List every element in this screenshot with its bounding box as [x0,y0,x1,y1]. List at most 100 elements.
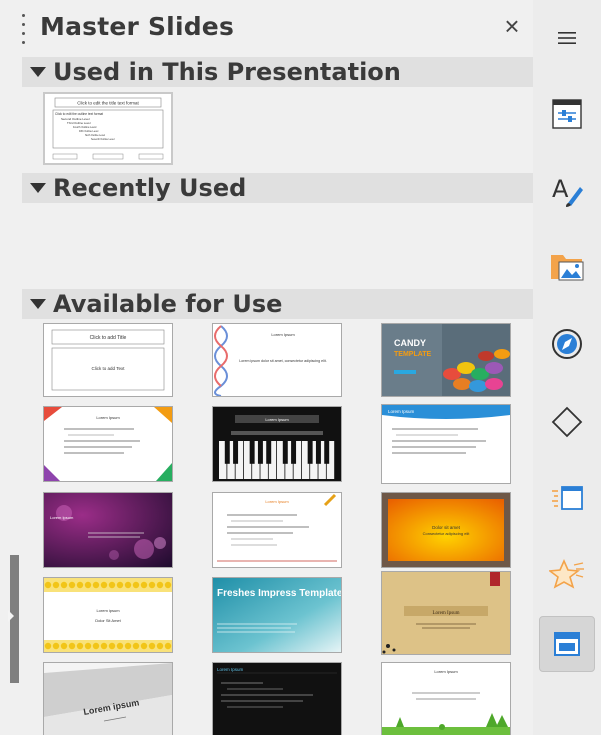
template-freshes-thumb[interactable]: Freshes Impress Template [212,577,342,653]
honeycomb-cell [116,581,124,589]
used-master-outline-1: Click to edit the outline text format [55,112,103,116]
menu-icon [558,32,576,44]
template-dna-thumb[interactable]: Lorem Ipsum Lorem ipsum dolor sit amet, … [212,323,342,397]
honeycomb-cell [76,642,84,650]
honeycomb-cell [68,581,76,589]
honeycomb-cell [68,642,76,650]
template-sunset-thumb[interactable]: Dolor sit amet Consectetur adipiscing el… [381,492,511,568]
used-master-outline-4: Fourth Outline Level [73,125,97,129]
template-parchment-preview: Lorem Ipsum [382,572,510,654]
drag-grip-icon[interactable] [20,14,26,44]
used-master-outline-3: Third Outline Level [67,121,91,125]
sidebar-navigator-button[interactable] [539,316,595,372]
template-dark-preview: Lorem Ipsum [213,663,341,735]
sidebar-menu-button[interactable] [539,10,595,66]
section-used-header[interactable]: Used in This Presentation [22,57,533,87]
template-night-preview: Lorem Ipsum [44,493,172,567]
template-sunset-body: Consectetur adipiscing elit [423,531,471,536]
sidebar-styles-button[interactable]: A [539,162,595,218]
section-available-header[interactable]: Available for Use [22,289,533,319]
piano-black-key [249,441,255,464]
template-freshes-title: Freshes Impress Template [217,588,341,599]
honeycomb-cell [92,642,100,650]
honeycomb-cell [132,642,140,650]
sidebar-shapes-button[interactable] [539,394,595,450]
piano-black-key [307,441,313,464]
template-dna-preview: Lorem Ipsum Lorem ipsum dolor sit amet, … [213,324,341,396]
template-beehive-thumb[interactable]: Lorem ipsum [43,662,173,735]
gallery-icon [551,255,584,281]
template-dna-title: Lorem Ipsum [271,332,295,337]
section-used-label: Used in This Presentation [53,58,401,86]
honeycomb-cell [124,642,132,650]
close-button[interactable]: × [498,10,526,42]
honeycomb-cell [140,581,148,589]
section-available-label: Available for Use [53,290,283,318]
template-candy-thumb[interactable]: CANDY TEMPLATE [381,323,511,397]
honeycomb-cell [44,642,52,650]
honeycomb-cell [156,581,164,589]
template-night-thumb[interactable]: Lorem Ipsum [43,492,173,568]
honeycomb-cell [76,581,84,589]
piano-black-key [315,441,321,464]
template-default-preview: Click to add Title Click to add Text [44,324,172,396]
template-nature-thumb[interactable]: Lorem Ipsum [381,662,511,735]
template-pencil-thumb[interactable]: Lorem Ipsum [212,492,342,568]
template-sunset-preview: Dolor sit amet Consectetur adipiscing el… [382,493,510,567]
template-honeycomb-thumb[interactable]: Lorem ipsum Dolor Sit Amet [43,577,173,653]
template-focus-thumb[interactable]: Lorem Ipsum [43,406,173,482]
sidebar-master-slides-button[interactable] [539,616,595,672]
used-master-outline-7: Seventh Outline Level [91,138,115,141]
honeycomb-cell [156,642,164,650]
template-focus-preview: Lorem Ipsum [44,407,172,481]
honeycomb-cell [60,642,68,650]
collapse-arrow-icon[interactable] [8,610,14,622]
honeycomb-cell [164,581,172,589]
honeycomb-cell [108,642,116,650]
template-dna-body: Lorem ipsum dolor sit amet, consectetur … [239,359,327,363]
template-nature-preview: Lorem Ipsum [382,663,510,735]
used-master-title: Click to edit the title text format [77,101,139,106]
section-recent-header[interactable]: Recently Used [22,173,533,203]
expand-triangle-icon [30,183,46,193]
used-master-thumb[interactable]: Click to edit the title text format Clic… [43,92,173,165]
navigator-icon [552,329,582,359]
template-beehive-preview: Lorem ipsum [44,663,172,735]
sidebar-animation-button[interactable] [539,546,595,602]
sidebar-slide-transition-button[interactable] [539,470,595,526]
honeycomb-cell [124,581,132,589]
template-blue-curve-preview: Lorem Ipsum [382,405,510,483]
piano-black-key [224,441,230,464]
template-parchment-thumb[interactable]: Lorem Ipsum [381,571,511,655]
template-default-title: Click to add Title [90,335,127,341]
honeycomb-cell [84,642,92,650]
panel-title: Master Slides [40,12,235,41]
honeycomb-cell [52,642,60,650]
template-sunset-title: Dolor sit amet [432,525,461,530]
template-candy-subtitle: TEMPLATE [394,351,432,358]
master-slides-icon [554,632,580,656]
template-blue-curve-thumb[interactable]: Lorem Ipsum [381,404,511,484]
slide-transition-icon [552,486,583,510]
template-piano-thumb[interactable]: Lorem Ipsum [212,406,342,482]
honeycomb-cell [132,581,140,589]
sidebar-properties-button[interactable] [539,86,595,142]
honeycomb-cell [44,581,52,589]
template-dark-thumb[interactable]: Lorem Ipsum [212,662,342,735]
honeycomb-cell [148,642,156,650]
expand-triangle-icon [30,67,46,77]
piano-black-key [257,441,263,464]
template-freshes-preview: Freshes Impress Template [213,578,341,652]
used-master-outline-5: Fifth Outline Level [79,130,99,133]
shapes-icon [551,406,583,438]
properties-icon [552,99,582,129]
template-nature-title: Lorem Ipsum [434,669,458,674]
template-default-thumb[interactable]: Click to add Title Click to add Text [43,323,173,397]
template-candy-preview: CANDY TEMPLATE [382,324,510,396]
template-pencil-title: Lorem Ipsum [265,499,289,504]
expand-triangle-icon [30,299,46,309]
sidebar-gallery-button[interactable] [539,238,595,294]
honeycomb-cell [116,642,124,650]
template-honeycomb-title: Lorem ipsum [96,608,120,613]
honeycomb-cell [84,581,92,589]
